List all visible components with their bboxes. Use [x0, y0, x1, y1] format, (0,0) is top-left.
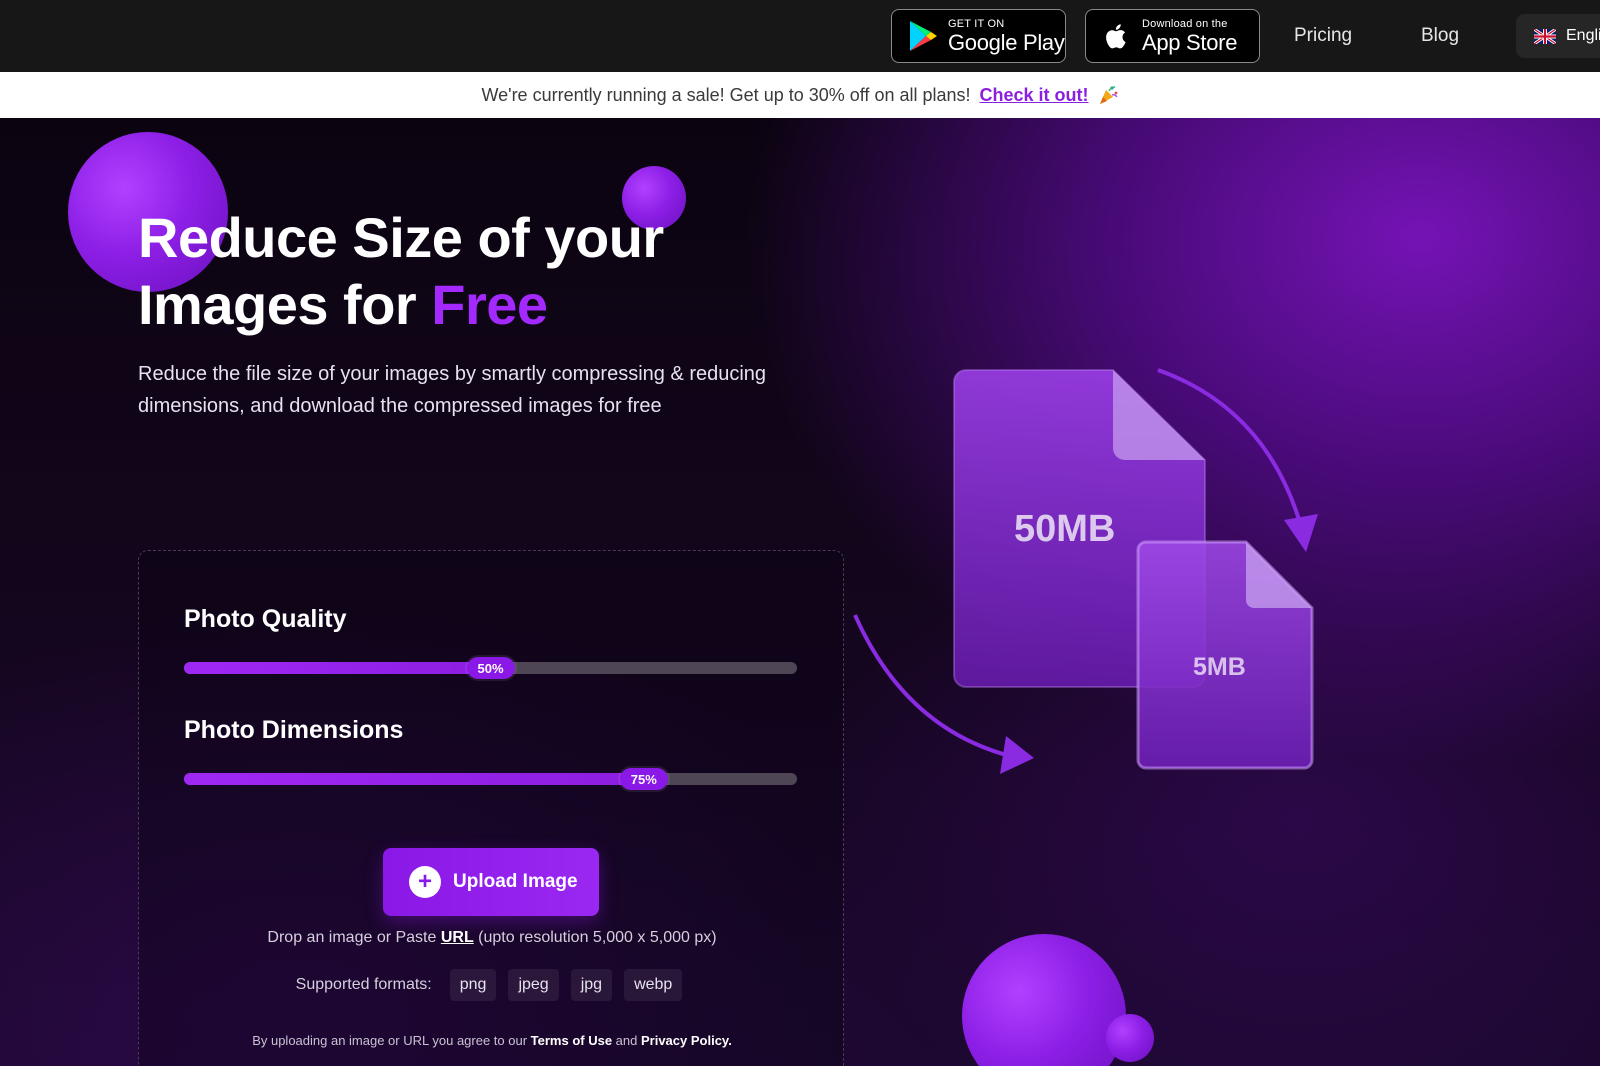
top-curved-arrow — [1157, 368, 1302, 524]
nav-blog-link[interactable]: Blog — [1421, 25, 1459, 47]
apple-icon — [1106, 24, 1126, 49]
photo-dimensions-label: Photo Dimensions — [184, 716, 404, 744]
privacy-policy-link[interactable]: Privacy Policy. — [641, 1033, 732, 1048]
google-play-small-text: GET IT ON — [948, 17, 1005, 30]
photo-dimensions-handle[interactable]: 75% — [619, 768, 668, 790]
uk-flag-icon — [1534, 28, 1556, 44]
photo-dimensions-slider[interactable]: 75% — [184, 768, 797, 790]
language-selector[interactable]: Engli — [1516, 14, 1600, 58]
format-chip: jpg — [570, 969, 613, 1001]
title-line-2: Images for — [138, 273, 432, 336]
party-popper-icon — [1099, 86, 1118, 104]
google-play-button[interactable]: GET IT ON Google Play — [891, 9, 1066, 63]
photo-quality-fill — [184, 662, 491, 674]
sale-banner-text: We're currently running a sale! Get up t… — [481, 84, 971, 105]
nav-pricing-link[interactable]: Pricing — [1294, 25, 1352, 47]
top-nav: GET IT ON Google Play Download on the Ap… — [0, 0, 1600, 72]
app-store-small-text: Download on the — [1142, 17, 1228, 30]
hero-description: Reduce the file size of your images by s… — [138, 363, 767, 417]
decorative-circle-bottom — [962, 934, 1126, 1066]
supported-formats-label: Supported formats: — [295, 976, 432, 993]
upload-image-label: Upload Image — [453, 871, 578, 892]
legal-prefix: By uploading an image or URL you agree t… — [252, 1033, 531, 1048]
drop-suffix: (upto resolution 5,000 x 5,000 px) — [473, 929, 717, 946]
language-label: Engli — [1566, 27, 1600, 44]
google-play-icon — [910, 21, 937, 51]
photo-quality-label: Photo Quality — [184, 605, 347, 633]
plus-icon: + — [409, 866, 441, 898]
photo-dimensions-fill — [184, 773, 644, 785]
drop-prefix: Drop an image or Paste — [267, 929, 441, 946]
drop-instructions: Drop an image or Paste URL (upto resolut… — [139, 929, 845, 947]
upload-image-button[interactable]: + Upload Image — [383, 848, 599, 916]
photo-quality-handle[interactable]: 50% — [466, 657, 515, 679]
google-play-big-text: Google Play — [948, 29, 1065, 55]
title-line-1: Reduce Size of your — [138, 206, 664, 269]
paste-url-link[interactable]: URL — [441, 929, 474, 946]
legal-notice: By uploading an image or URL you agree t… — [139, 1033, 845, 1048]
legal-and: and — [612, 1033, 641, 1048]
supported-formats: Supported formats: png jpeg jpg webp — [139, 969, 845, 1001]
bottom-curved-arrow — [853, 614, 1011, 758]
decorative-circle-bottom-small — [1106, 1014, 1154, 1062]
format-chip: jpeg — [508, 969, 559, 1001]
hero-section: Reduce Size of your Images for Free Redu… — [0, 118, 1600, 1066]
title-highlight: Free — [431, 273, 548, 336]
sale-banner: We're currently running a sale! Get up t… — [0, 72, 1600, 118]
small-file-size: 5MB — [1193, 653, 1246, 681]
format-chip: webp — [624, 969, 683, 1001]
sale-banner-link[interactable]: Check it out! — [980, 85, 1089, 106]
large-file-size: 50MB — [1014, 508, 1116, 550]
upload-card[interactable]: Photo Quality 50% Photo Dimensions 75% +… — [138, 550, 844, 1066]
app-store-button[interactable]: Download on the App Store — [1085, 9, 1260, 63]
photo-quality-slider[interactable]: 50% — [184, 657, 797, 679]
format-chip: png — [449, 969, 497, 1001]
page-title: Reduce Size of your Images for Free — [138, 204, 838, 338]
terms-of-use-link[interactable]: Terms of Use — [531, 1033, 612, 1048]
app-store-big-text: App Store — [1142, 29, 1238, 55]
